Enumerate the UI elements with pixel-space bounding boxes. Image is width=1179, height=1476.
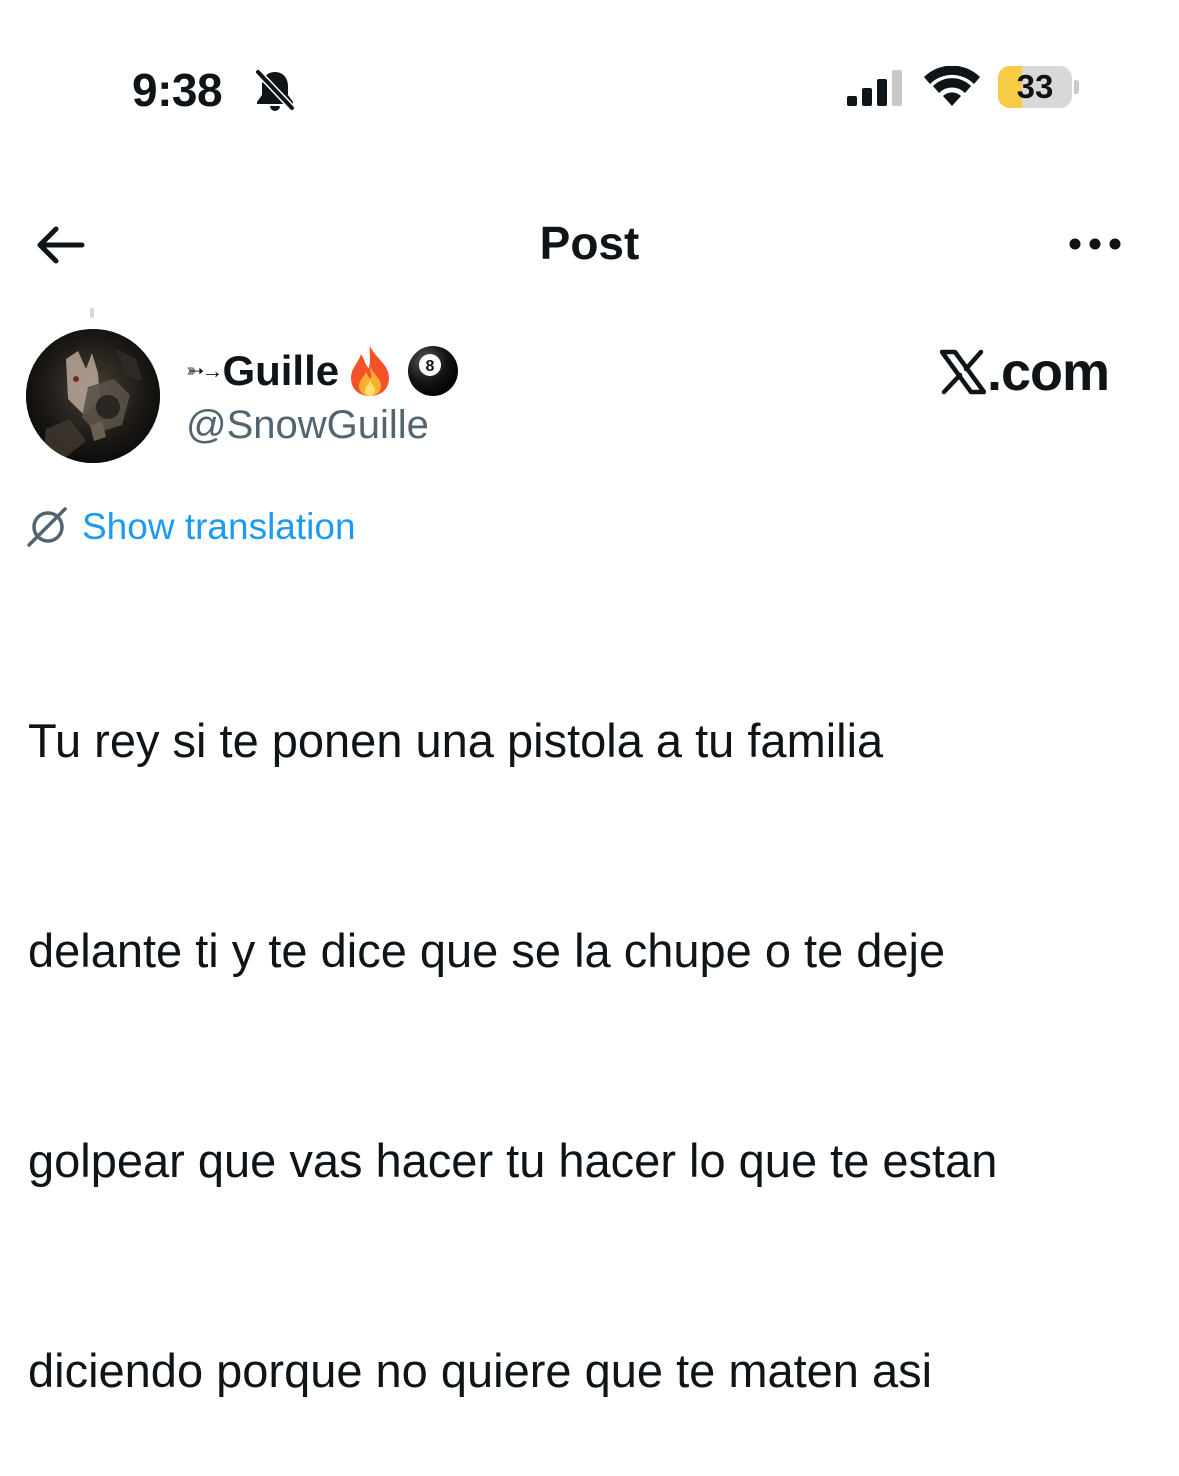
show-translation-label: Show translation — [82, 506, 356, 547]
post-text-line: diciendo porque no quiere que te maten a… — [28, 1344, 933, 1397]
status-time: 9:38 — [132, 64, 223, 116]
more-horizontal-icon — [1069, 238, 1121, 250]
avatar-image — [26, 329, 160, 463]
wifi-icon — [924, 66, 980, 106]
cellular-signal-icon — [847, 70, 902, 106]
post-text: Tu rey si te ponen una pistola a tu fami… — [28, 566, 1148, 1476]
bell-off-icon — [255, 69, 295, 111]
display-name-text: Guille — [222, 347, 340, 394]
show-translation-button[interactable]: Show translation — [26, 500, 356, 554]
more-options-button[interactable] — [1060, 222, 1130, 266]
post-text-line: delante ti y te dice que se la chupe o t… — [28, 924, 946, 977]
billiard-8-ball-icon: 8 — [408, 346, 459, 396]
x-logo-icon — [940, 349, 986, 395]
watermark-text: .com — [987, 342, 1110, 402]
page-title: Post — [539, 217, 640, 269]
avatar[interactable] — [26, 329, 160, 463]
display-name[interactable]: ➳→ Guille 8 — [186, 342, 459, 400]
post-text-line: golpear que vas hacer tu hacer lo que te… — [28, 1134, 998, 1187]
globe-translate-icon — [27, 507, 67, 547]
thread-line — [90, 308, 94, 318]
author-handle[interactable]: @SnowGuille — [186, 400, 429, 450]
svg-text:8: 8 — [426, 358, 435, 375]
battery-icon: 33 — [998, 66, 1079, 108]
post-text-line: Tu rey si te ponen una pistola a tu fami… — [28, 714, 884, 767]
watermark: .com — [940, 340, 1110, 404]
name-prefix: ➳→ — [186, 358, 223, 383]
fire-icon — [351, 346, 390, 396]
battery-level: 33 — [1016, 68, 1054, 105]
